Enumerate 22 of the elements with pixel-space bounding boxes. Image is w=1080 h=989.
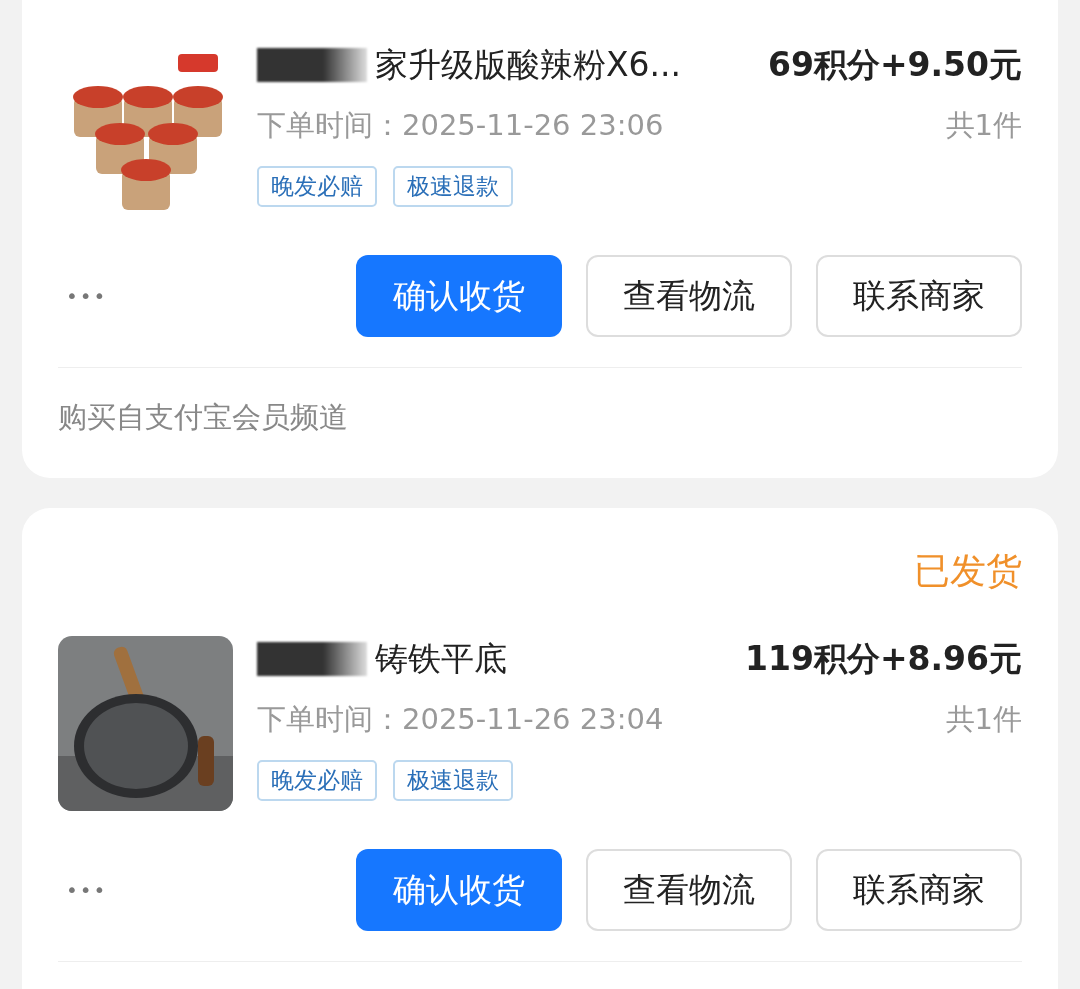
- price: 69积分+9.50元: [768, 43, 1022, 86]
- service-tag: 极速退款: [393, 760, 513, 801]
- more-button[interactable]: •••: [58, 284, 108, 308]
- action-button[interactable]: 查看物流: [586, 849, 792, 931]
- service-tag: 极速退款: [393, 166, 513, 207]
- order-time: 下单时间：2025-11-26 23:04: [257, 701, 664, 738]
- action-button[interactable]: 联系商家: [816, 255, 1022, 337]
- action-button[interactable]: 查看物流: [586, 255, 792, 337]
- order-time: 下单时间：2025-11-26 23:06: [257, 107, 664, 144]
- quantity: 共1件: [945, 701, 1022, 738]
- product-title[interactable]: 家升级版酸辣粉X6...: [375, 42, 682, 88]
- source-note: 购买自支付宝会员频道: [58, 399, 349, 436]
- price: 119积分+8.96元: [745, 637, 1022, 680]
- quantity: 共1件: [945, 107, 1022, 144]
- service-tag: 晚发必赔: [257, 760, 377, 801]
- product-title[interactable]: 铸铁平底: [375, 636, 507, 682]
- confirm-button[interactable]: 确认收货: [356, 255, 562, 337]
- action-button[interactable]: 联系商家: [816, 849, 1022, 931]
- service-tag: 晚发必赔: [257, 166, 377, 207]
- more-button[interactable]: •••: [58, 878, 108, 902]
- confirm-button[interactable]: 确认收货: [356, 849, 562, 931]
- order-status: 已发货: [914, 549, 1022, 593]
